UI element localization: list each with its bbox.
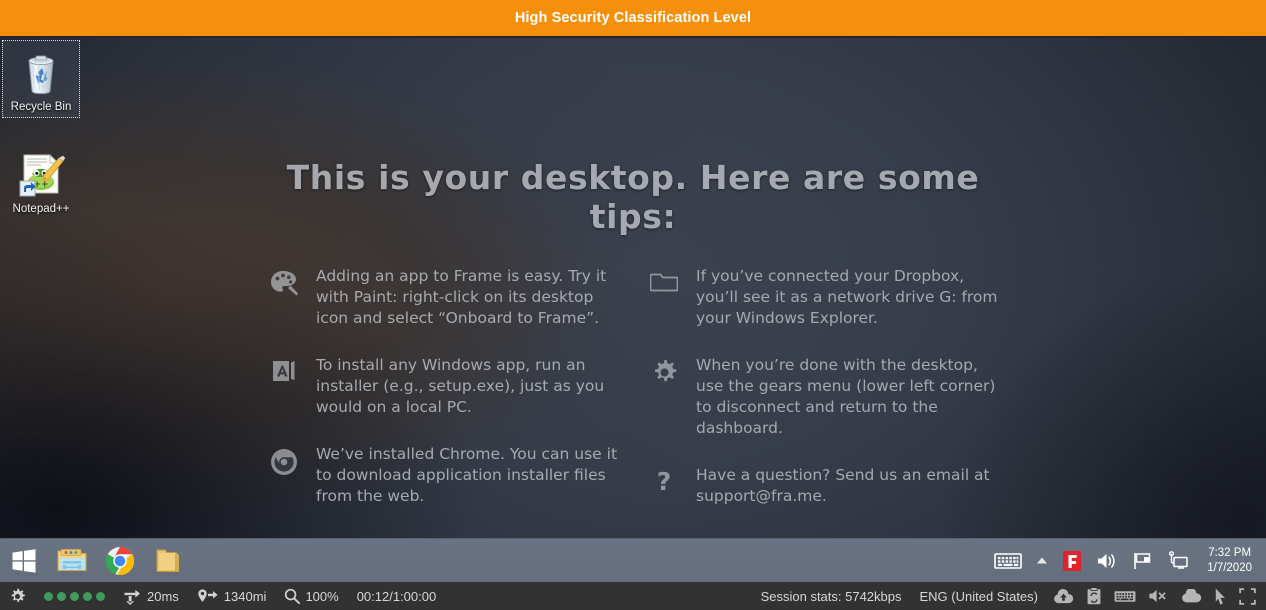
signal-dot bbox=[70, 591, 79, 601]
distance-indicator: 1340mi bbox=[188, 582, 276, 610]
status-bar-right: Session stats: 5742kbps ENG (United Stat… bbox=[752, 582, 1266, 610]
session-stats-value: Session stats: 5742kbps bbox=[760, 588, 902, 604]
question-mark-icon: ? bbox=[648, 465, 680, 497]
tip-gears-menu: When you’re done with the desktop, use t… bbox=[648, 355, 998, 439]
classification-label: High Security Classification Level bbox=[514, 10, 752, 26]
cloud-upload-icon[interactable] bbox=[1047, 588, 1080, 605]
volume-icon[interactable] bbox=[1089, 539, 1125, 583]
clock-time: 7:32 PM bbox=[1208, 546, 1252, 559]
frame-app-icon[interactable] bbox=[1055, 539, 1089, 583]
gear-icon bbox=[648, 355, 680, 387]
tips-column-left: Adding an app to Frame is easy. Try it w… bbox=[268, 266, 618, 533]
tip-support-email: ? Have a question? Send us an email at s… bbox=[648, 465, 998, 507]
desktop-icon-notepadpp[interactable]: ++ Notepad++ bbox=[2, 143, 80, 219]
recycle-bin-icon bbox=[5, 45, 77, 99]
installer-app-icon bbox=[268, 355, 300, 387]
tip-onboard-app: Adding an app to Frame is easy. Try it w… bbox=[268, 266, 618, 329]
cloud-icon[interactable] bbox=[1175, 588, 1208, 604]
action-center-flag-icon[interactable] bbox=[1125, 539, 1161, 583]
signal-dot bbox=[83, 591, 92, 601]
clock-date: 1/7/2020 bbox=[1207, 561, 1252, 574]
location-pin-icon bbox=[198, 588, 218, 602]
chrome-icon bbox=[105, 546, 135, 575]
desktop-icon-label: Recycle Bin bbox=[10, 101, 72, 113]
fullscreen-icon[interactable] bbox=[1233, 587, 1262, 605]
folder-icon bbox=[648, 266, 680, 298]
tip-chrome: We’ve installed Chrome. You can use it t… bbox=[268, 444, 618, 507]
desktop-icon-label: Notepad++ bbox=[12, 203, 70, 215]
tips-columns: Adding an app to Frame is easy. Try it w… bbox=[268, 266, 998, 533]
latency-arrows-icon bbox=[124, 589, 141, 605]
tips-column-right: If you’ve connected your Dropbox, you’ll… bbox=[648, 266, 998, 533]
chrome-icon bbox=[268, 444, 300, 476]
touch-keyboard-icon[interactable] bbox=[987, 539, 1029, 583]
clipboard-sync-icon[interactable] bbox=[1080, 587, 1108, 605]
desktop-icon-recycle-bin[interactable]: Recycle Bin bbox=[2, 40, 80, 118]
tip-text: To install any Windows app, run an insta… bbox=[316, 356, 605, 416]
tip-text: If you’ve connected your Dropbox, you’ll… bbox=[696, 267, 998, 327]
signal-dots bbox=[44, 591, 105, 601]
latency-value: 20ms bbox=[147, 588, 179, 604]
taskbar-clock[interactable]: 7:32 PM 1/7/2020 bbox=[1197, 546, 1260, 576]
show-hidden-icons-icon[interactable] bbox=[1029, 539, 1055, 583]
mute-speaker-icon[interactable] bbox=[1142, 588, 1175, 604]
file-explorer-icon bbox=[57, 548, 87, 571]
session-time-value: 00:12/1:00:00 bbox=[356, 588, 437, 604]
desktop-surface[interactable]: Recycle Bin ++ Notepad++ This is your de… bbox=[0, 38, 1266, 538]
signal-dot bbox=[44, 591, 53, 601]
tip-text: Have a question? Send us an email at sup… bbox=[696, 466, 990, 505]
gear-icon bbox=[11, 588, 25, 602]
tips-heading: This is your desktop. Here are some tips… bbox=[286, 158, 980, 236]
tip-dropbox-drive: If you’ve connected your Dropbox, you’ll… bbox=[648, 266, 998, 329]
taskbar-item-folder-window[interactable] bbox=[144, 539, 192, 583]
remote-desktop-screen: High Security Classification Level Recyc… bbox=[0, 0, 1266, 610]
folder-window-icon bbox=[156, 549, 179, 572]
session-timer: 00:12/1:00:00 bbox=[348, 582, 446, 610]
taskbar-item-chrome[interactable] bbox=[96, 539, 144, 583]
language-indicator[interactable]: ENG (United States) bbox=[911, 582, 1048, 610]
notepadpp-icon: ++ bbox=[4, 147, 78, 201]
signal-dot bbox=[57, 591, 66, 601]
svg-text:?: ? bbox=[657, 469, 672, 496]
session-stats: Session stats: 5742kbps bbox=[752, 582, 911, 610]
paint-palette-icon bbox=[268, 266, 300, 298]
signal-dot bbox=[96, 591, 105, 601]
taskbar-item-file-explorer[interactable] bbox=[48, 539, 96, 583]
windows-taskbar: 7:32 PM 1/7/2020 bbox=[0, 538, 1266, 582]
magnifier-icon bbox=[285, 588, 301, 604]
connection-signal bbox=[35, 582, 114, 610]
latency-indicator: 20ms bbox=[114, 582, 188, 610]
system-tray: 7:32 PM 1/7/2020 bbox=[987, 539, 1266, 583]
keyboard-icon[interactable] bbox=[1108, 589, 1142, 604]
tip-install-app: To install any Windows app, run an insta… bbox=[268, 355, 618, 418]
windows-logo-icon bbox=[12, 548, 36, 573]
svg-text:++: ++ bbox=[33, 180, 48, 190]
network-monitor-icon[interactable] bbox=[1161, 539, 1197, 583]
tip-text: When you’re done with the desktop, use t… bbox=[696, 356, 996, 437]
zoom-indicator: 100% bbox=[275, 582, 347, 610]
frame-status-bar: 20ms 1340mi 100% 00:12/1:00:00 Session s… bbox=[0, 582, 1266, 610]
language-value: ENG (United States) bbox=[919, 588, 1039, 604]
desktop-tips-panel: This is your desktop. Here are some tips… bbox=[268, 158, 998, 533]
session-menu-button[interactable] bbox=[0, 582, 35, 610]
zoom-value: 100% bbox=[305, 588, 339, 604]
tip-text: We’ve installed Chrome. You can use it t… bbox=[316, 445, 618, 505]
start-button[interactable] bbox=[0, 539, 48, 583]
distance-value: 1340mi bbox=[223, 588, 267, 604]
classification-banner: High Security Classification Level bbox=[0, 0, 1266, 38]
tip-text: Adding an app to Frame is easy. Try it w… bbox=[316, 267, 607, 327]
cursor-arrow-icon[interactable] bbox=[1208, 588, 1233, 605]
